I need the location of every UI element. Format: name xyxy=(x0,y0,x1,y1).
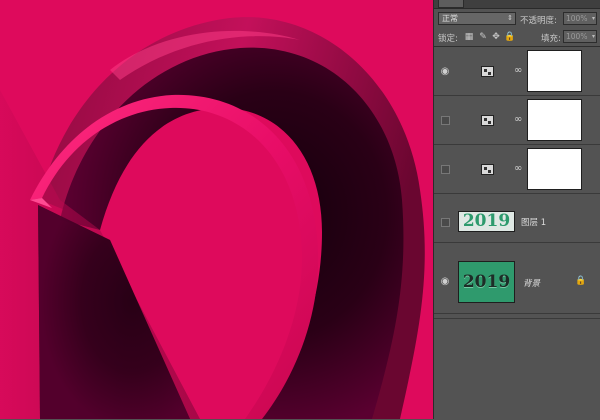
layer-thumbnail[interactable]: 2019 xyxy=(458,211,515,232)
lock-transparent-icon[interactable]: ▦ xyxy=(464,32,474,42)
visibility-toggle[interactable] xyxy=(441,218,450,227)
fill-input[interactable]: 100% ▾ xyxy=(563,30,597,43)
artwork-2-closeup xyxy=(0,0,433,419)
visibility-toggle[interactable] xyxy=(441,165,450,174)
adjustment-layer-icon xyxy=(481,66,494,77)
filter-button[interactable] xyxy=(438,0,464,8)
layers-panel: 正常 ⇕ 不透明度: 100% ▾ 锁定: ▦ ✎ ✥ 🔒 填充: 100% ▾… xyxy=(433,0,600,420)
document-canvas[interactable] xyxy=(0,0,433,419)
blend-opacity-row: 正常 ⇕ 不透明度: 100% ▾ xyxy=(434,9,600,29)
chevron-down-icon: ▾ xyxy=(591,15,595,22)
layer-mask-thumbnail[interactable] xyxy=(527,148,582,190)
layer-mask-thumbnail[interactable] xyxy=(527,99,582,141)
lock-icon: 🔒 xyxy=(575,276,587,286)
layer-thumbnail[interactable]: 2019 xyxy=(458,261,515,303)
chevron-down-icon: ⇕ xyxy=(507,14,513,22)
eye-icon[interactable]: ◉ xyxy=(438,275,452,289)
lock-position-icon[interactable]: ✥ xyxy=(491,32,501,42)
layer-mask-thumbnail[interactable] xyxy=(527,50,582,92)
opacity-value: 100% xyxy=(566,14,588,23)
eye-icon[interactable]: ◉ xyxy=(438,65,452,79)
lock-fill-row: 锁定: ▦ ✎ ✥ 🔒 填充: 100% ▾ xyxy=(434,29,600,47)
layer-name[interactable]: 背景 xyxy=(523,277,540,289)
chain-link-icon[interactable]: ∞ xyxy=(514,66,522,76)
layer-row-background[interactable]: ◉ 2019 背景 🔒 xyxy=(434,243,600,314)
panel-empty-area xyxy=(434,318,600,420)
chain-link-icon[interactable]: ∞ xyxy=(514,115,522,125)
lock-image-icon[interactable]: ✎ xyxy=(478,32,488,42)
layer-row[interactable]: ∞ xyxy=(434,96,600,145)
fill-label: 填充: xyxy=(541,34,561,44)
panel-top-strip xyxy=(434,0,600,9)
visibility-toggle[interactable] xyxy=(441,116,450,125)
layer-row[interactable]: ◉ ∞ xyxy=(434,47,600,96)
layer-row[interactable]: ∞ xyxy=(434,145,600,194)
chain-link-icon[interactable]: ∞ xyxy=(514,164,522,174)
blend-mode-value: 正常 xyxy=(442,14,458,23)
lock-all-icon[interactable]: 🔒 xyxy=(504,32,515,42)
opacity-input[interactable]: 100% ▾ xyxy=(563,12,597,25)
adjustment-layer-icon xyxy=(481,164,494,175)
layer-name[interactable]: 图层 1 xyxy=(521,216,546,228)
blend-mode-select[interactable]: 正常 ⇕ xyxy=(438,12,516,25)
lock-label: 锁定: xyxy=(438,34,458,44)
chevron-down-icon: ▾ xyxy=(591,33,595,40)
layer-row[interactable]: 2019 图层 1 xyxy=(434,194,600,243)
fill-value: 100% xyxy=(566,32,588,41)
adjustment-layer-icon xyxy=(481,115,494,126)
opacity-label: 不透明度: xyxy=(520,16,557,26)
